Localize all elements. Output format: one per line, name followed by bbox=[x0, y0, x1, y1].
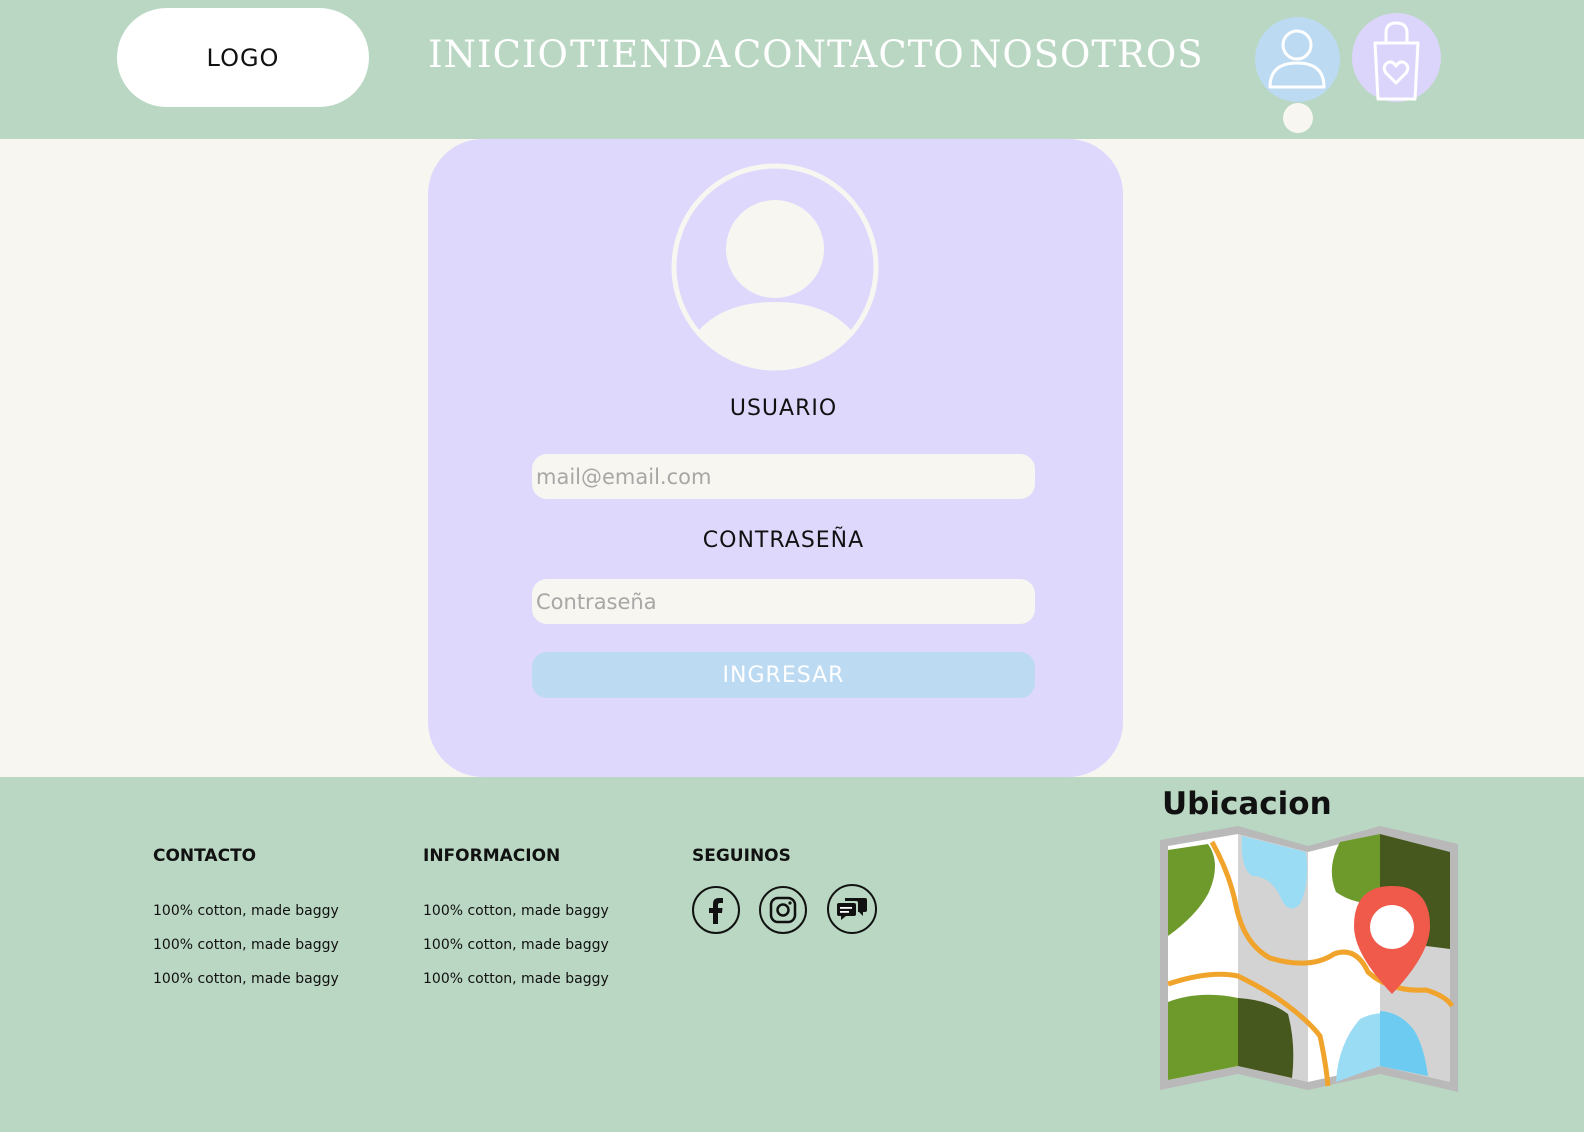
footer-informacion-item[interactable]: 100% cotton, made baggy bbox=[423, 937, 609, 953]
nav-contacto[interactable]: CONTACTO bbox=[733, 32, 965, 78]
footer-contacto-title: CONTACTO bbox=[153, 846, 257, 866]
nav-tienda[interactable]: TIENDA bbox=[570, 32, 731, 78]
logo[interactable]: LOGO bbox=[117, 8, 369, 107]
map-icon[interactable] bbox=[1160, 824, 1460, 1094]
account-button[interactable] bbox=[1255, 17, 1340, 102]
email-field[interactable] bbox=[532, 454, 1035, 499]
password-field[interactable] bbox=[532, 579, 1035, 624]
account-indicator-dot bbox=[1283, 103, 1313, 133]
footer-seguinos-title: SEGUINOS bbox=[692, 846, 791, 866]
user-icon bbox=[1268, 29, 1326, 89]
facebook-icon bbox=[709, 898, 723, 924]
login-button[interactable]: INGRESAR bbox=[532, 652, 1035, 698]
shopping-bag-heart-icon bbox=[1373, 21, 1420, 101]
footer-informacion-item[interactable]: 100% cotton, made baggy bbox=[423, 971, 609, 987]
footer-contacto-item[interactable]: 100% cotton, made baggy bbox=[153, 903, 339, 919]
footer-informacion-title: INFORMACION bbox=[423, 846, 561, 866]
avatar-icon bbox=[671, 163, 879, 371]
instagram-icon bbox=[769, 896, 797, 924]
instagram-button[interactable] bbox=[759, 886, 807, 934]
map-title: Ubicacion bbox=[1162, 786, 1332, 822]
nav-nosotros[interactable]: NOSOTROS bbox=[969, 32, 1204, 78]
facebook-button[interactable] bbox=[692, 886, 740, 934]
chat-icon bbox=[837, 898, 867, 920]
cart-button[interactable] bbox=[1352, 13, 1441, 102]
chat-button[interactable] bbox=[827, 884, 877, 934]
footer-informacion-item[interactable]: 100% cotton, made baggy bbox=[423, 903, 609, 919]
footer-contacto-item[interactable]: 100% cotton, made baggy bbox=[153, 937, 339, 953]
nav-inicio[interactable]: INICIO bbox=[428, 32, 569, 78]
user-label: USUARIO bbox=[729, 396, 838, 421]
password-label: CONTRASEÑA bbox=[702, 528, 865, 553]
footer-contacto-item[interactable]: 100% cotton, made baggy bbox=[153, 971, 339, 987]
